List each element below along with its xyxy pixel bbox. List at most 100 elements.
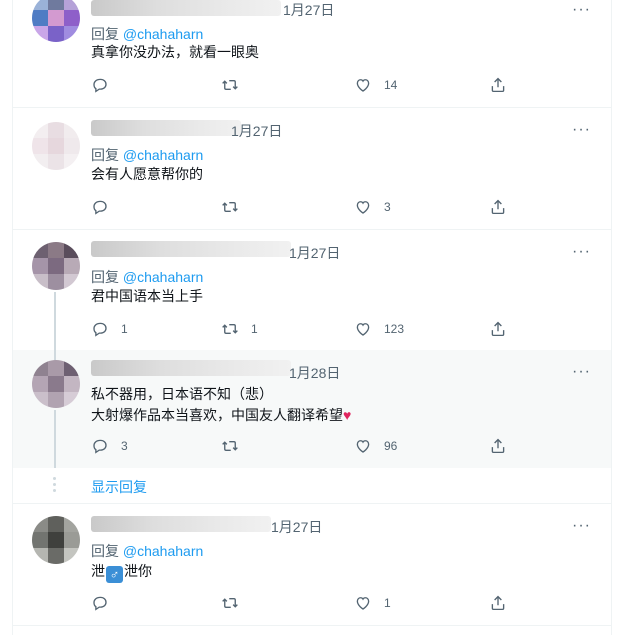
retweet-button[interactable] [221,196,251,218]
reply-icon [93,200,107,215]
share-icon [491,595,505,611]
display-name-blurred[interactable] [91,120,241,136]
retweet-icon [222,440,238,452]
show-replies-row[interactable]: 显示回复 [13,468,611,504]
tweet-time[interactable]: 1月27日 [283,0,334,20]
retweet-icon [222,79,238,91]
like-count: 1 [384,596,391,610]
share-icon [491,77,505,93]
reply-prefix: 回复 [91,147,119,163]
retweet-count: 1 [251,322,258,336]
more-icon[interactable]: ··· [572,518,591,534]
show-replies-link[interactable]: 显示回复 [91,477,147,497]
reply-prefix: 回复 [91,26,119,42]
reply-count: 1 [121,322,128,336]
tweet-text-line-2: 大射爆作品本当喜欢，中国友人翻译希望♥ [91,405,351,426]
retweet-button[interactable] [221,592,251,614]
reply-handle-link[interactable]: @chahaharn [123,543,203,559]
more-icon[interactable]: ··· [572,2,591,18]
like-count: 3 [384,200,391,214]
reply-icon [93,596,107,611]
share-button[interactable] [489,196,507,218]
more-icon[interactable]: ··· [572,122,591,138]
replying-to: 回复 @chahaharn [91,541,203,561]
avatar[interactable] [32,516,80,564]
tweet-time[interactable]: 1月28日 [289,363,340,383]
heart-icon [356,323,370,336]
reply-handle-link[interactable]: @chahaharn [123,26,203,42]
reply-tweet[interactable]: 1月28日 ··· 私不器用，日本语不知（悲） 大射爆作品本当喜欢，中国友人翻译… [13,350,611,468]
avatar[interactable] [32,0,80,42]
tweet-text-line-2-content: 大射爆作品本当喜欢，中国友人翻译希望 [91,407,343,423]
like-button[interactable]: 1 [354,592,391,614]
reply-button[interactable] [91,74,121,96]
share-icon [491,199,505,215]
share-button[interactable] [489,74,507,96]
tweet-text-after: 泄你 [124,563,152,579]
more-icon[interactable]: ··· [572,364,591,380]
share-button[interactable] [489,318,507,340]
reply-icon [93,322,107,337]
reply-prefix: 回复 [91,543,119,559]
display-name-blurred[interactable] [91,360,291,376]
tweet-time[interactable]: 1月27日 [271,517,322,537]
heart-icon [356,201,370,214]
display-name-blurred[interactable] [91,0,281,16]
like-button[interactable]: 3 [354,196,391,218]
replying-to: 回复 @chahaharn [91,267,203,287]
reply-tweet[interactable]: 1月27日 ··· 回复 @chahaharn 会有人愿意帮你的 3 [13,108,611,230]
tweet-time[interactable]: 1月27日 [231,121,282,141]
retweet-icon [222,323,238,335]
retweet-button[interactable]: 1 [221,318,258,340]
avatar[interactable] [32,242,80,290]
share-icon [491,438,505,454]
reply-tweet[interactable]: 1月27日 ··· 回复 @chahaharn 真拿你没办法，就看一眼奥 14 [13,0,611,108]
reply-tweet[interactable]: 1月27日 ··· 回复 @chahaharn 泄 ♂ 泄你 1 [13,504,611,626]
male-sign-emoji: ♂ [106,566,123,583]
avatar[interactable] [32,122,80,170]
heart-emoji: ♥ [343,407,352,423]
retweet-button[interactable] [221,435,251,457]
action-bar: 1 [91,592,511,614]
tweet-text: 真拿你没办法，就看一眼奥 [91,44,259,60]
reply-handle-link[interactable]: @chahaharn [123,269,203,285]
reply-icon [93,439,107,454]
tweet-text: 会有人愿意帮你的 [91,166,203,182]
action-bar: 14 [91,74,511,96]
reply-tweet[interactable]: 1月27日 ··· 回复 @chahaharn 君中国语本当上手 1 1 123 [13,230,611,350]
retweet-button[interactable] [221,74,251,96]
reply-button[interactable] [91,196,121,218]
reply-button[interactable]: 1 [91,318,128,340]
share-button[interactable] [489,435,507,457]
action-bar: 3 96 [91,435,511,457]
like-button[interactable]: 123 [354,318,404,340]
tweet-text-before: 泄 [91,563,105,579]
heart-icon [356,440,370,453]
display-name-blurred[interactable] [91,241,291,257]
like-button[interactable]: 96 [354,435,397,457]
tweet-text: 泄 ♂ 泄你 [91,561,152,583]
share-button[interactable] [489,592,507,614]
retweet-icon [222,201,238,213]
avatar[interactable] [32,360,80,408]
more-icon[interactable]: ··· [572,244,591,260]
like-count: 96 [384,439,398,453]
reply-handle-link[interactable]: @chahaharn [123,147,203,163]
like-count: 123 [384,322,405,336]
reply-icon [93,78,107,93]
heart-icon [356,597,370,610]
like-count: 14 [384,78,398,92]
replying-to: 回复 @chahaharn [91,145,203,165]
tweet-time[interactable]: 1月27日 [289,243,340,263]
reply-button[interactable]: 3 [91,435,128,457]
reply-button[interactable] [91,592,121,614]
reply-prefix: 回复 [91,269,119,285]
action-bar: 3 [91,196,511,218]
like-button[interactable]: 14 [354,74,397,96]
thread-line [54,410,56,468]
reply-count: 3 [121,439,128,453]
display-name-blurred[interactable] [91,516,271,532]
retweet-icon [222,597,238,609]
replying-to: 回复 @chahaharn [91,24,203,44]
action-bar: 1 1 123 [91,318,511,340]
